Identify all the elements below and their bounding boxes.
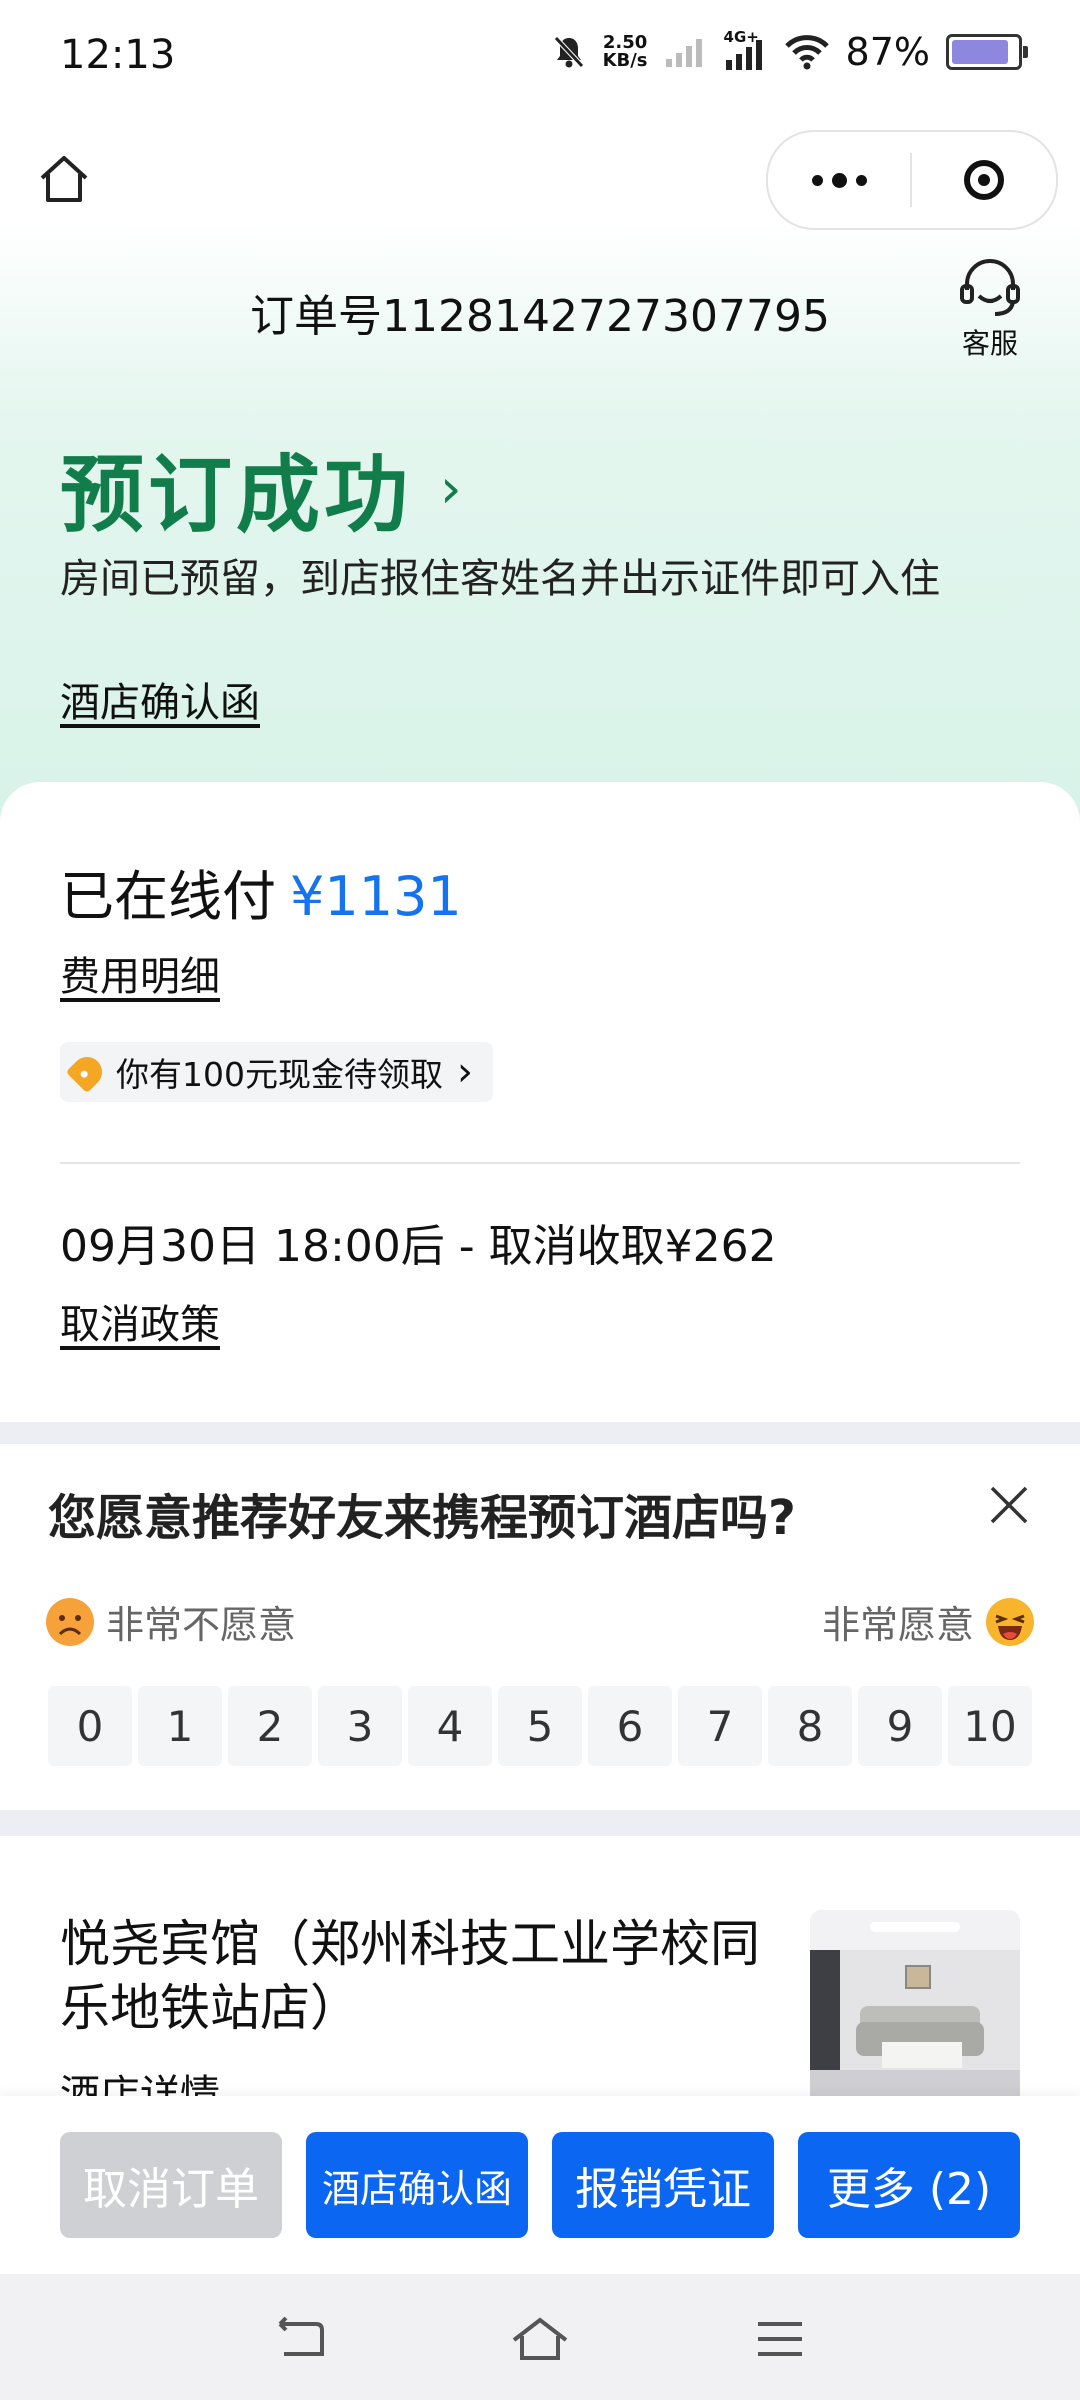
recommend-survey: 您愿意推荐好友来携程预订酒店吗? 非常不愿意 非常愿意 0 1 2 3 4 5 6 7 8 9 10	[0, 1444, 1080, 1810]
score-option-4[interactable]: 4	[408, 1686, 492, 1766]
back-icon[interactable]	[270, 2314, 330, 2364]
home-icon[interactable]	[34, 148, 94, 208]
score-option-2[interactable]: 2	[228, 1686, 312, 1766]
paid-label: 已在线付	[60, 865, 276, 928]
dot-icon	[855, 174, 867, 186]
home-nav-icon[interactable]	[510, 2314, 570, 2364]
battery-percent: 87%	[845, 30, 930, 74]
scale-low-label: 非常不愿意	[46, 1594, 296, 1649]
divider	[60, 1162, 1020, 1164]
chevron-right-icon: ›	[440, 457, 466, 520]
cash-coupon-banner[interactable]: 你有100元现金待领取 ›	[60, 1042, 493, 1102]
more-menu-button[interactable]	[768, 172, 910, 188]
hotel-section: 悦尧宾馆（郑州科技工业学校同乐地铁站店） 酒店详情	[0, 1836, 1080, 2096]
status-bar: 12:13 2.50 KB/s 4G+ 87%	[0, 0, 1080, 120]
score-option-5[interactable]: 5	[498, 1686, 582, 1766]
close-miniapp-button[interactable]	[912, 160, 1056, 200]
service-label: 客服	[961, 327, 1018, 360]
cancellation-info: 09月30日 18:00后 - 取消收取¥262	[60, 1221, 777, 1272]
booking-status-title: 预订成功	[60, 446, 413, 544]
wifi-icon	[784, 35, 829, 70]
target-icon	[964, 160, 1004, 200]
headset-icon	[960, 259, 1020, 316]
network-speed-unit: KB/s	[602, 50, 648, 71]
signal-weak-icon	[665, 39, 702, 67]
confirmation-letter-button[interactable]: 酒店确认函	[306, 2132, 528, 2238]
score-option-0[interactable]: 0	[48, 1686, 132, 1766]
score-option-7[interactable]: 7	[678, 1686, 762, 1766]
sad-face-icon	[46, 1597, 94, 1646]
hotel-photo[interactable]	[810, 1910, 1020, 2096]
reimbursement-button[interactable]: 报销凭证	[552, 2132, 774, 2238]
survey-question: 您愿意推荐好友来携程预订酒店吗?	[48, 1490, 796, 1546]
paid-amount: ¥1131	[290, 865, 462, 928]
status-description: 房间已预留，到店报住客姓名并出示证件即可入住	[60, 556, 940, 602]
booking-status[interactable]: 预订成功 ›	[60, 428, 466, 549]
coupon-text: 你有100元现金待领取	[116, 1055, 443, 1094]
cancellation-policy-link[interactable]: 取消政策	[60, 1292, 220, 1350]
cancel-order-button[interactable]: 取消订单	[60, 2132, 282, 2238]
dot-icon	[831, 172, 847, 188]
low-label-text: 非常不愿意	[106, 1603, 297, 1647]
status-icons: 2.50 KB/s 4G+ 87%	[551, 28, 1028, 74]
high-label-text: 非常愿意	[821, 1603, 974, 1647]
system-navigation-bar	[0, 2274, 1080, 2400]
score-option-6[interactable]: 6	[588, 1686, 672, 1766]
fee-detail-link[interactable]: 费用明细	[60, 944, 220, 1002]
score-option-3[interactable]: 3	[318, 1686, 402, 1766]
action-bar: 取消订单 酒店确认函 报销凭证 更多 (2)	[0, 2096, 1080, 2274]
signal-4g-icon: 4G+	[724, 28, 768, 72]
more-actions-button[interactable]: 更多 (2)	[798, 2132, 1020, 2238]
paid-online: 已在线付 ¥1131	[60, 852, 462, 931]
hotel-detail-link[interactable]: 酒店详情	[60, 2062, 220, 2096]
order-number: 订单号1128142727307795	[250, 291, 830, 342]
hotel-name[interactable]: 悦尧宾馆（郑州科技工业学校同乐地铁站店）	[60, 1912, 760, 2040]
menu-icon[interactable]	[750, 2314, 810, 2364]
score-option-1[interactable]: 1	[138, 1686, 222, 1766]
status-time: 12:13	[60, 32, 176, 78]
tag-icon	[65, 1050, 109, 1094]
scale-high-label: 非常愿意	[822, 1594, 1034, 1649]
chevron-right-icon: ›	[457, 1049, 473, 1095]
close-icon[interactable]	[984, 1480, 1034, 1530]
laughing-face-icon	[986, 1597, 1034, 1646]
payment-card: 已在线付 ¥1131 费用明细 你有100元现金待领取 › 09月30日 18:0…	[0, 782, 1080, 1422]
dot-icon	[811, 174, 823, 186]
score-option-9[interactable]: 9	[858, 1686, 942, 1766]
customer-service-button[interactable]: 客服	[948, 256, 1032, 362]
miniapp-capsule	[766, 130, 1058, 230]
score-option-10[interactable]: 10	[948, 1686, 1032, 1766]
hotel-confirmation-link[interactable]: 酒店确认函	[60, 670, 260, 728]
battery-icon	[946, 34, 1028, 70]
network-speed: 2.50 KB/s	[603, 34, 648, 70]
score-option-8[interactable]: 8	[768, 1686, 852, 1766]
score-scale: 0 1 2 3 4 5 6 7 8 9 10	[48, 1686, 1032, 1766]
mute-bell-icon	[553, 36, 584, 68]
